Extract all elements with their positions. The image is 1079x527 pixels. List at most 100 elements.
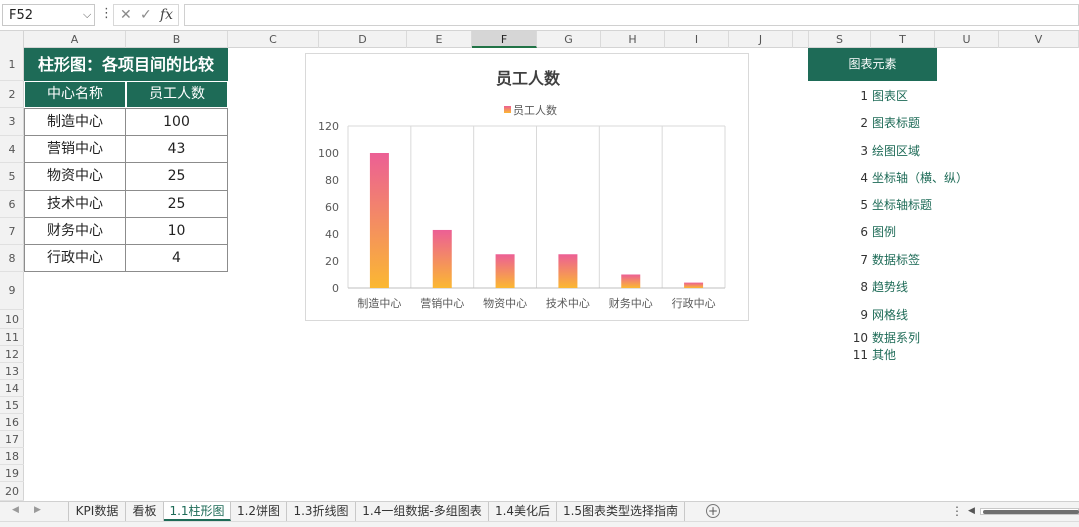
table-cell-name[interactable]: 物资中心	[24, 162, 126, 191]
list-item[interactable]: 7 数据标签	[850, 251, 920, 268]
bar[interactable]	[495, 254, 515, 288]
table-cell-value[interactable]: 4	[125, 244, 228, 272]
bar[interactable]	[684, 282, 704, 288]
table-cell-value[interactable]: 100	[125, 108, 228, 136]
table-cell-name[interactable]: 技术中心	[24, 190, 126, 218]
list-item[interactable]: 10 数据系列	[850, 329, 920, 346]
fx-icon[interactable]: fx	[160, 7, 173, 23]
list-item[interactable]: 3 绘图区域	[850, 142, 920, 159]
row-header[interactable]: 1	[0, 48, 24, 81]
sheet-tab[interactable]: 1.5图表类型选择指南	[557, 502, 685, 521]
row-header[interactable]: 17	[0, 431, 24, 448]
column-header[interactable]: J	[729, 31, 793, 48]
table-cell-name[interactable]: 行政中心	[24, 244, 126, 272]
column-header[interactable]: B	[126, 31, 228, 48]
y-tick-label: 20	[325, 255, 339, 268]
row-header[interactable]: 10	[0, 310, 24, 329]
bar[interactable]	[558, 254, 578, 288]
column-header[interactable]: D	[319, 31, 407, 48]
row-header[interactable]: 9	[0, 272, 24, 310]
vertical-dots-icon[interactable]: ⋮	[100, 6, 113, 21]
row-header[interactable]: 11	[0, 329, 24, 346]
row-header[interactable]: 8	[0, 245, 24, 272]
y-axis[interactable]: 0 20 40 60 80 100 120	[318, 120, 339, 295]
column-header[interactable]: T	[871, 31, 935, 48]
table-cell-name[interactable]: 营销中心	[24, 135, 126, 163]
chevron-down-icon[interactable]: ⌵	[83, 8, 91, 22]
table-cell-value[interactable]: 25	[125, 162, 228, 191]
elements-panel-header[interactable]: 图表元素	[808, 48, 937, 81]
y-tick-label: 60	[325, 201, 339, 214]
row-header[interactable]: 14	[0, 380, 24, 397]
column-header[interactable]: H	[601, 31, 665, 48]
name-box[interactable]: F52 ⌵	[2, 4, 95, 26]
select-all-corner[interactable]	[0, 31, 24, 48]
sheet-tab[interactable]: 看板	[126, 502, 164, 521]
sheet-tab[interactable]: KPI数据	[68, 502, 126, 521]
column-header[interactable]: E	[407, 31, 472, 48]
plus-circle-icon[interactable]: +	[706, 504, 720, 518]
table-cell-value[interactable]: 10	[125, 217, 228, 245]
table-header-name[interactable]: 中心名称	[24, 81, 126, 108]
row-header[interactable]: 12	[0, 346, 24, 363]
list-item[interactable]: 11 其他	[850, 346, 896, 363]
table-cell-value[interactable]: 43	[125, 135, 228, 163]
column-header[interactable]: C	[228, 31, 319, 48]
row-header[interactable]: 2	[0, 81, 24, 108]
row-header[interactable]: 16	[0, 414, 24, 431]
sheet-tab[interactable]: 1.2饼图	[231, 502, 287, 521]
column-header-selected[interactable]: F	[472, 31, 537, 48]
hidden-columns-marker[interactable]	[793, 31, 809, 48]
table-cell-name[interactable]: 制造中心	[24, 108, 126, 136]
vertical-dots-icon[interactable]: ⋮	[951, 504, 963, 518]
bar[interactable]	[432, 229, 452, 288]
sheet-tab[interactable]: 1.3折线图	[287, 502, 356, 521]
list-item[interactable]: 4 坐标轴（横、纵）	[850, 169, 968, 186]
list-item[interactable]: 8 趋势线	[850, 278, 908, 295]
item-number: 10	[852, 331, 868, 345]
list-item[interactable]: 5 坐标轴标题	[850, 196, 932, 213]
x-axis[interactable]: 制造中心 营销中心 物资中心 技术中心 财务中心 行政中心	[357, 296, 715, 310]
row-header[interactable]: 7	[0, 218, 24, 245]
row-header[interactable]: 15	[0, 397, 24, 414]
check-icon[interactable]: ✓	[140, 7, 152, 23]
table-cell-value[interactable]: 25	[125, 190, 228, 218]
prev-sheet-icon[interactable]: ◀	[12, 505, 19, 515]
chart-title[interactable]: 员工人数	[496, 69, 561, 88]
scroll-left-icon[interactable]: ◀	[968, 506, 975, 516]
bar[interactable]	[621, 274, 641, 289]
row-header[interactable]: 5	[0, 163, 24, 191]
item-label: 图表标题	[872, 116, 921, 130]
close-icon[interactable]: ✕	[120, 7, 132, 23]
list-item[interactable]: 2 图表标题	[850, 114, 920, 131]
row-header[interactable]: 6	[0, 191, 24, 218]
sheet-tab[interactable]: 1.4美化后	[489, 502, 557, 521]
table-header-value[interactable]: 员工人数	[126, 81, 228, 108]
sheet-tab-active[interactable]: 1.1柱形图	[164, 502, 231, 521]
sheet-tab[interactable]: 1.4一组数据-多组图表	[356, 502, 489, 521]
column-header[interactable]: U	[935, 31, 999, 48]
column-header[interactable]: A	[24, 31, 126, 48]
formula-input[interactable]	[184, 4, 1079, 26]
next-sheet-icon[interactable]: ▶	[34, 505, 41, 515]
chart-area[interactable]: 员工人数 员工人数 0 20 40 60 80 100 120 制造中心 营销中心 物资中心 技术…	[305, 53, 749, 321]
column-header[interactable]: V	[999, 31, 1079, 48]
row-header[interactable]: 3	[0, 108, 24, 136]
column-header[interactable]: G	[537, 31, 601, 48]
column-header[interactable]: S	[809, 31, 871, 48]
row-header[interactable]: 13	[0, 363, 24, 380]
scrollbar-thumb[interactable]	[983, 510, 1079, 514]
table-title[interactable]: 柱形图：各项目间的比较	[24, 48, 228, 81]
row-header[interactable]: 4	[0, 136, 24, 163]
row-header[interactable]: 18	[0, 448, 24, 465]
row-header[interactable]: 20	[0, 482, 24, 501]
legend-label[interactable]: 员工人数	[513, 104, 557, 117]
list-item[interactable]: 6 图例	[850, 223, 896, 240]
column-header[interactable]: I	[665, 31, 729, 48]
list-item[interactable]: 9 网格线	[850, 306, 908, 323]
table-cell-name[interactable]: 财务中心	[24, 217, 126, 245]
row-header[interactable]: 19	[0, 465, 24, 482]
bar[interactable]	[369, 153, 389, 288]
list-item[interactable]: 1 图表区	[850, 87, 908, 104]
item-label: 数据标签	[872, 253, 921, 267]
